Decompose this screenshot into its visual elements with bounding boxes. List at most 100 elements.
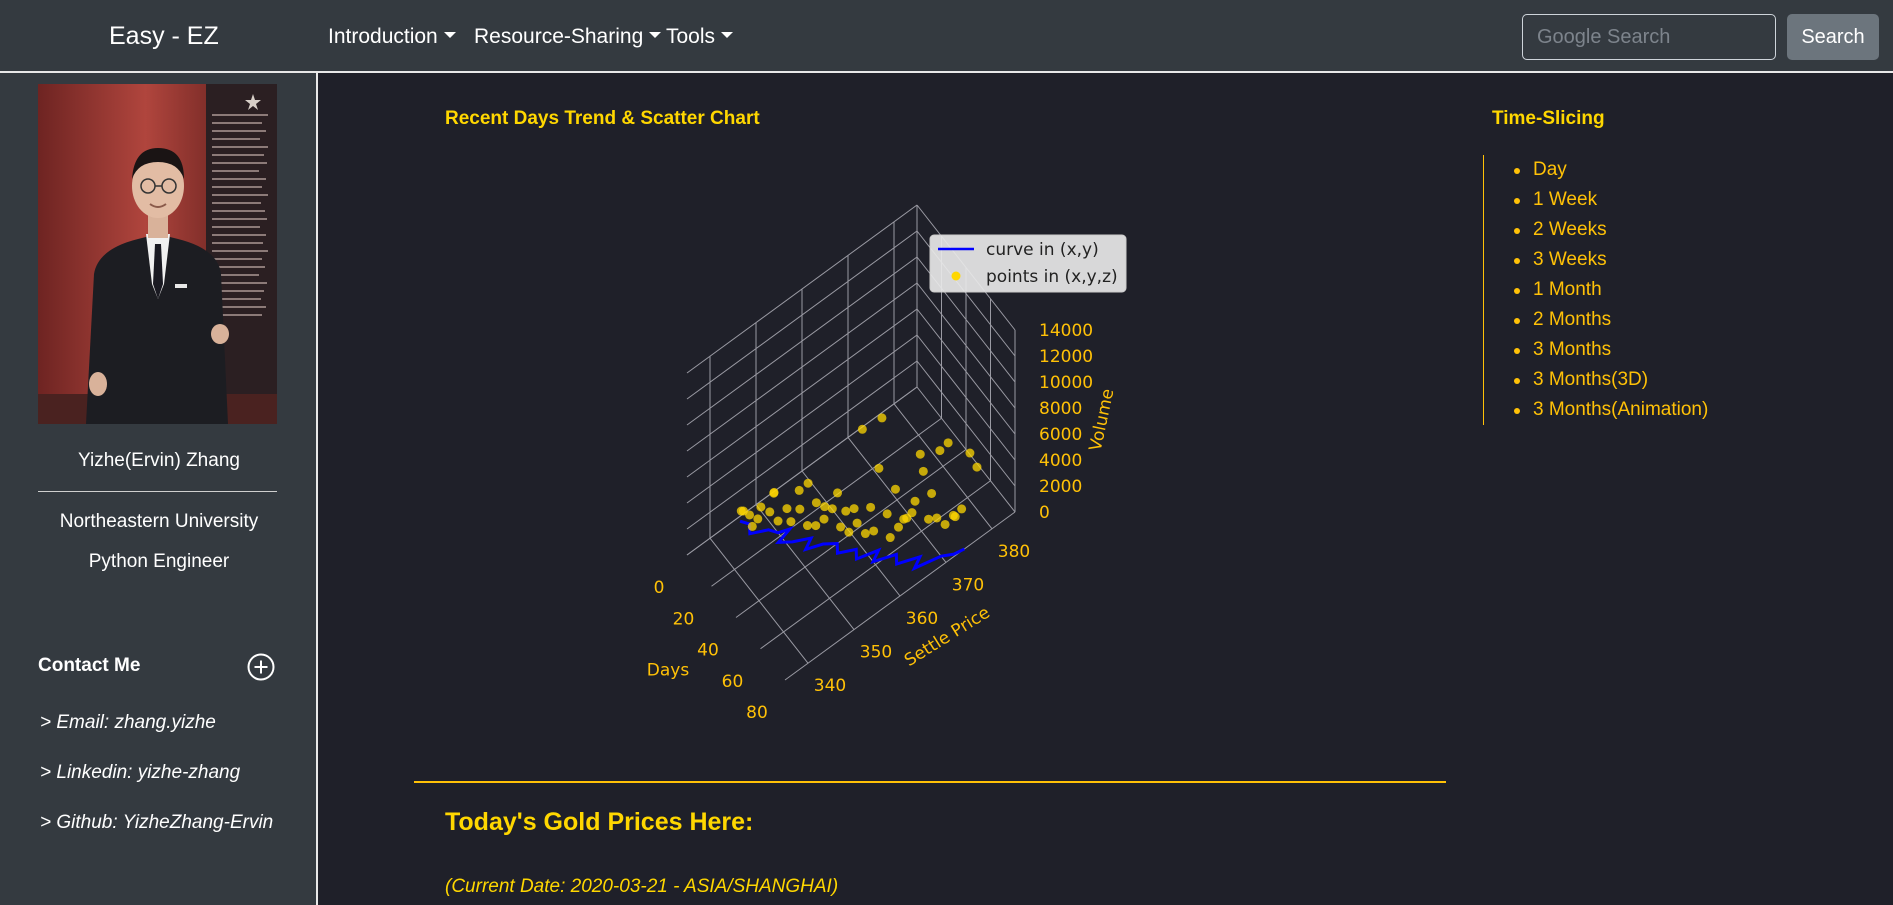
scatter-point <box>833 488 843 498</box>
scatter-point <box>836 522 846 532</box>
time-slice-3-months-3d[interactable]: 3 Months(3D) <box>1513 365 1708 395</box>
grid-line <box>709 537 809 664</box>
z-tick-label: 12000 <box>1039 347 1093 367</box>
z-tick-label: 0 <box>1039 503 1050 523</box>
section-divider <box>414 781 1446 783</box>
scatter-point <box>852 518 862 528</box>
3d-scatter-chart: 0 20406080 340 350 360 370 380 0 2000 4000 6000 800… <box>647 204 1127 720</box>
scatter-point <box>736 506 746 516</box>
brand-logo[interactable]: Easy - EZ <box>109 22 219 51</box>
x-tick-label: 20 <box>673 609 695 629</box>
scatter-point <box>820 502 830 512</box>
scatter-point <box>765 507 775 517</box>
scatter-point <box>811 521 821 531</box>
scatter-point <box>932 513 942 523</box>
scatter-point <box>747 521 757 531</box>
time-slice-1-month[interactable]: 1 Month <box>1513 275 1708 305</box>
caret-down-icon <box>649 32 662 39</box>
legend-label-points: points in (x,y,z) <box>986 267 1118 287</box>
nav-menu-tools[interactable]: Tools <box>666 25 734 49</box>
scatter-point <box>894 522 903 532</box>
scatter-point <box>877 413 887 423</box>
nav-menu-resource-sharing[interactable]: Resource-Sharing <box>474 25 662 49</box>
time-slice-3-months-animation[interactable]: 3 Months(Animation) <box>1513 395 1708 425</box>
x-tick-label: 60 <box>722 672 744 692</box>
time-slice-2-months[interactable]: 2 Months <box>1513 305 1708 335</box>
nav-menu-label: Tools <box>666 25 716 48</box>
scatter-point <box>773 516 783 526</box>
scatter-point <box>882 509 892 519</box>
time-slicing-border <box>1483 155 1484 425</box>
contact-github-link[interactable]: > Github: YizheZhang-Ervin <box>40 812 273 834</box>
y-tick-label: 350 <box>860 643 892 663</box>
x-tick-label: 40 <box>697 641 719 661</box>
scatter-point <box>745 510 755 520</box>
scatter-point <box>874 463 884 473</box>
scatter-point <box>819 514 829 524</box>
z-tick-label: 14000 <box>1039 321 1093 341</box>
scatter-point <box>802 521 812 531</box>
search-input[interactable] <box>1522 14 1776 60</box>
scatter-point <box>885 533 895 543</box>
scatter-point <box>910 496 920 506</box>
y-tick-label: 340 <box>814 676 846 696</box>
time-slicing-title: Time-Slicing <box>1492 108 1605 129</box>
scatter-point <box>940 519 950 529</box>
time-slice-2-weeks[interactable]: 2 Weeks <box>1513 215 1708 245</box>
scatter-point <box>943 438 953 448</box>
scatter-point <box>756 502 766 512</box>
scatter-point <box>924 514 934 524</box>
scatter-point <box>950 512 960 522</box>
time-slice-1-week[interactable]: 1 Week <box>1513 185 1708 215</box>
scatter-point <box>927 488 937 498</box>
plus-circle-icon[interactable] <box>247 653 275 681</box>
scatter-point <box>935 446 945 456</box>
gold-prices-title: Today's Gold Prices Here: <box>445 808 754 836</box>
y-tick-label: 370 <box>952 575 984 595</box>
search-button[interactable]: Search <box>1787 14 1879 60</box>
x-tick-label: 0 <box>654 578 665 598</box>
legend-label-curve: curve in (x,y) <box>986 240 1099 260</box>
profile-sidebar: Yizhe(Ervin) Zhang Northeastern Universi… <box>0 73 318 905</box>
scatter-point <box>957 504 967 514</box>
time-slice-3-months[interactable]: 3 Months <box>1513 335 1708 365</box>
top-navbar: Easy - EZ Introduction Resource-Sharing … <box>0 0 1893 73</box>
scatter-point <box>915 449 925 459</box>
scatter-point <box>786 517 796 527</box>
scatter-point <box>869 526 879 536</box>
scatter-point <box>972 462 982 472</box>
series-curve-line <box>739 519 966 572</box>
profile-photo <box>38 84 277 424</box>
scatter-point <box>860 529 870 539</box>
z-tick-label: 6000 <box>1039 425 1082 445</box>
z-tick-label: 2000 <box>1039 477 1082 497</box>
time-slice-day[interactable]: Day <box>1513 155 1708 185</box>
contact-email-link[interactable]: > Email: zhang.yizhe <box>40 712 216 734</box>
scatter-point <box>902 513 912 523</box>
scatter-point <box>827 504 837 514</box>
z-axis-label: Volume <box>1086 387 1119 453</box>
scatter-point <box>841 506 851 516</box>
x-axis-label: Days <box>647 661 690 681</box>
grid-line <box>847 437 947 563</box>
scatter-point <box>811 498 821 508</box>
scatter-point <box>965 448 975 458</box>
divider <box>38 491 277 492</box>
time-slicing-list: Day 1 Week 2 Weeks 3 Weeks 1 Month 2 Mon… <box>1513 155 1708 425</box>
scatter-point <box>844 527 854 537</box>
scatter-point <box>857 424 867 434</box>
chart-title: Recent Days Trend & Scatter Chart <box>445 108 760 129</box>
contact-linkedin-link[interactable]: > Linkedin: yizhe-zhang <box>40 762 240 784</box>
scatter-point <box>918 466 928 476</box>
scatter-point <box>866 502 876 512</box>
nav-menu-introduction[interactable]: Introduction <box>328 25 456 49</box>
x-tick-label: 80 <box>746 703 768 720</box>
scatter-point <box>769 487 779 497</box>
contact-title: Contact Me <box>38 655 141 676</box>
z-tick-label: 4000 <box>1039 451 1082 471</box>
scatter-point <box>803 478 813 488</box>
scatter-point <box>753 514 763 524</box>
time-slice-3-weeks[interactable]: 3 Weeks <box>1513 245 1708 275</box>
z-tick-label: 8000 <box>1039 399 1082 419</box>
current-date: (Current Date: 2020-03-21 - ASIA/SHANGHA… <box>445 876 839 897</box>
